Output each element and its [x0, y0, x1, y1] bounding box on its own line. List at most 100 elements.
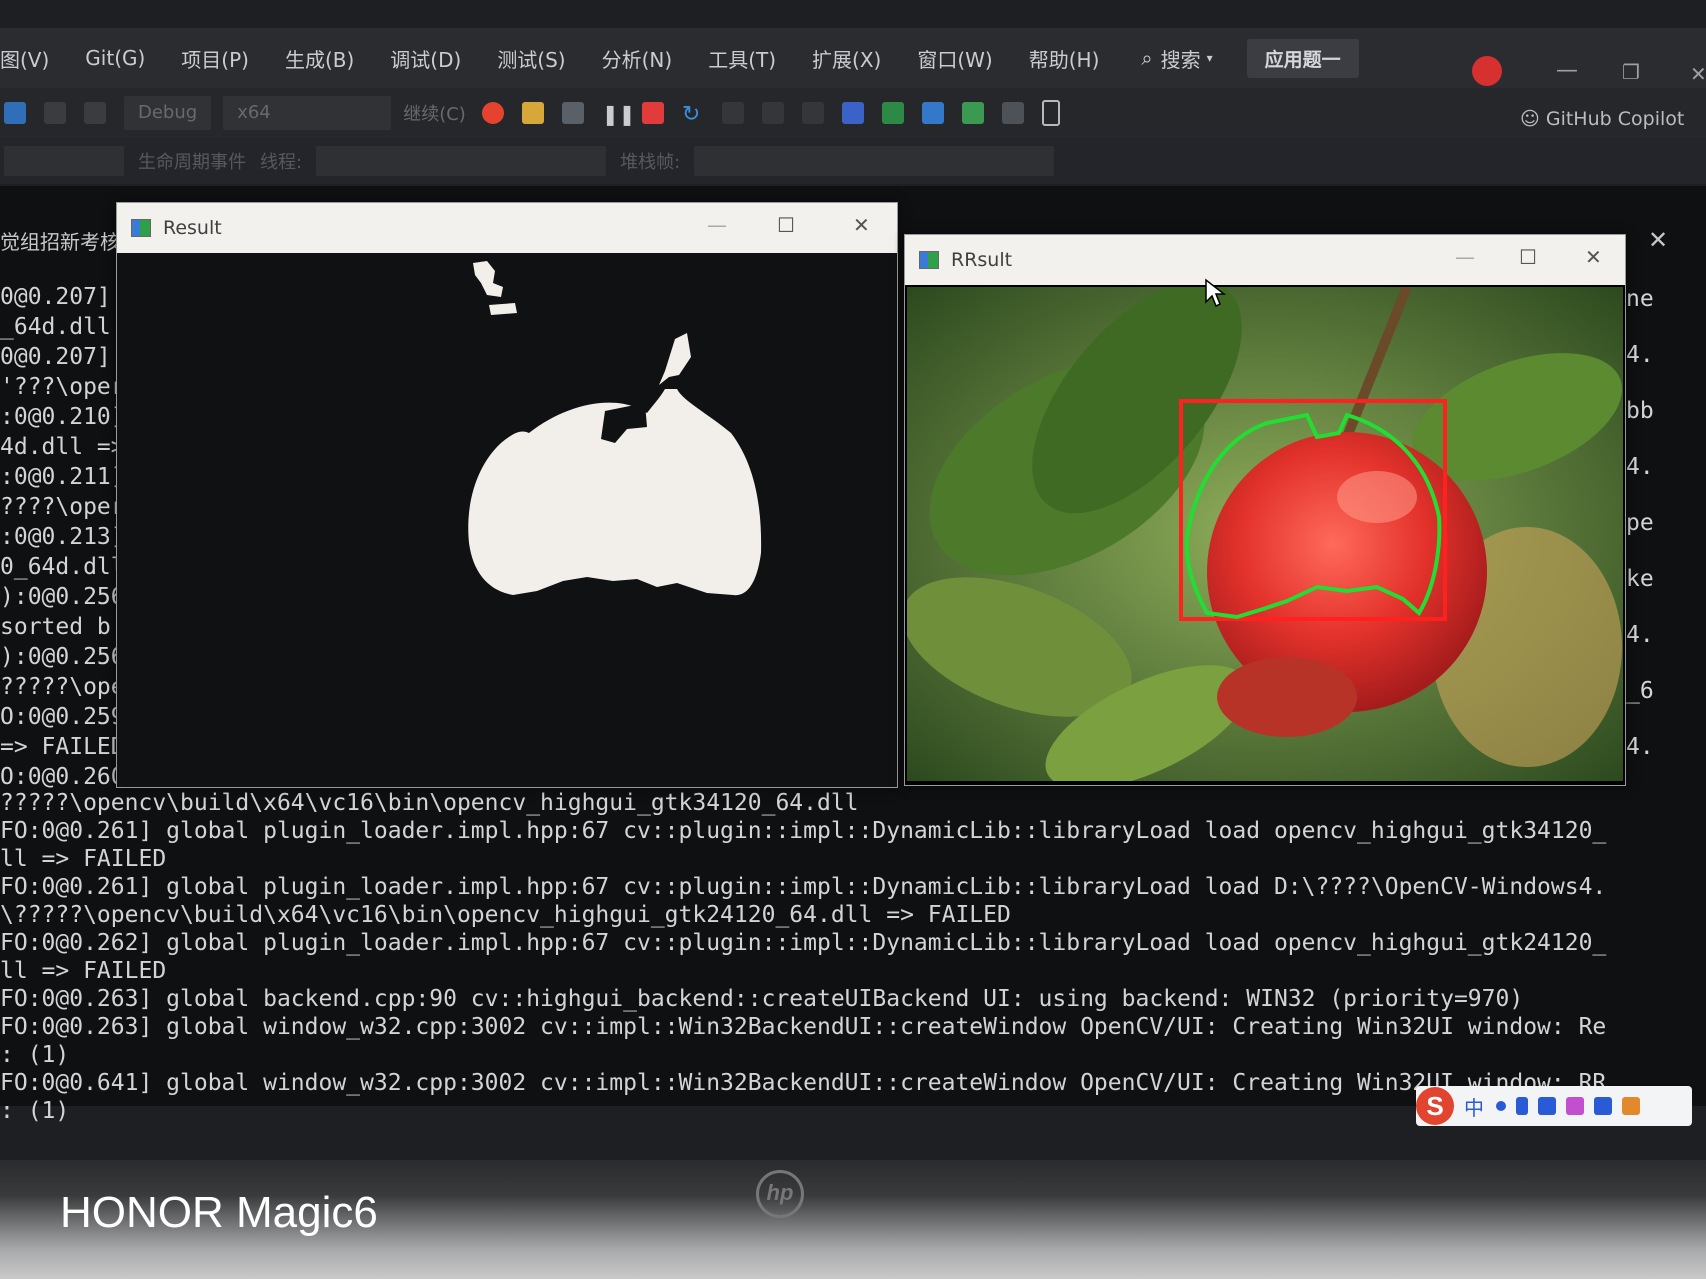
copilot-button[interactable]: ☺ GitHub Copilot [1520, 108, 1684, 130]
input-mode-toggle[interactable]: 中 [1464, 1092, 1484, 1121]
menu-bar: 图(V) Git(G) 项目(P) 生成(B) 调试(D) 测试(S) 分析(N… [0, 28, 1706, 88]
step-icon[interactable] [721, 102, 744, 124]
menu-git[interactable]: Git(G) [85, 46, 145, 70]
platform-dropdown[interactable]: x64 [223, 96, 392, 130]
minimize-icon[interactable]: — [1455, 245, 1475, 269]
debug-location-toolbar: 生命周期事件 线程: 堆栈帧: [0, 138, 1706, 184]
ime-toolbar[interactable]: S 中 [1416, 1086, 1692, 1126]
thread-dropdown[interactable] [316, 146, 607, 176]
microphone-icon[interactable] [1516, 1097, 1528, 1115]
menu-project[interactable]: 项目(P) [181, 44, 249, 73]
menu-test[interactable]: 测试(S) [497, 44, 565, 73]
console-line: : (1) [0, 1098, 70, 1124]
step-out-icon[interactable] [801, 102, 824, 124]
console-line: \?????\opencv\build\x64\vc16\bin\opencv_… [0, 902, 1011, 928]
console-line: ll => FAILED [0, 846, 167, 872]
minimize-icon[interactable]: — [1556, 58, 1578, 83]
menu-tools[interactable]: 工具(T) [708, 44, 776, 73]
comment-icon[interactable] [961, 102, 984, 124]
close-icon[interactable]: ✕ [1585, 245, 1602, 269]
save-icon[interactable] [4, 102, 26, 124]
stack-frame-dropdown[interactable] [694, 146, 1055, 176]
thread-icon[interactable] [921, 102, 944, 124]
menu-build[interactable]: 生成(B) [285, 44, 354, 73]
configuration-dropdown[interactable]: Debug [124, 96, 212, 130]
maximize-icon[interactable]: ☐ [777, 213, 795, 237]
stop-icon[interactable] [641, 102, 664, 124]
console-line: FO:0@0.261] global plugin_loader.impl.hp… [0, 818, 1607, 844]
menu-view[interactable]: 图(V) [0, 44, 49, 73]
diagnostics-icon[interactable] [561, 102, 584, 124]
menu-window[interactable]: 窗口(W) [917, 44, 992, 73]
console-fragment: 4. [1626, 342, 1654, 368]
solution-name-button[interactable]: 应用题一 [1246, 38, 1359, 78]
console-line: ?????\opencv\build\x64\vc16\bin\opencv_h… [0, 790, 859, 816]
lifecycle-events-label[interactable]: 生命周期事件 [138, 148, 246, 174]
console-fragment: => FAILED [0, 734, 125, 760]
stack-frame-label: 堆栈帧: [620, 152, 681, 173]
main-toolbar: Debug x64 继续(C) ❚❚ ↻ [0, 88, 1706, 138]
menu-analyze[interactable]: 分析(N) [602, 44, 673, 73]
settings-icon[interactable] [1622, 1097, 1640, 1115]
console-fragment: pe [1626, 510, 1654, 536]
search-icon: ⌕ [1141, 46, 1153, 70]
skin-icon[interactable] [1566, 1097, 1584, 1115]
mouse-cursor-icon [1205, 278, 1226, 308]
close-icon[interactable]: ✕ [1648, 226, 1668, 254]
close-icon[interactable]: ✕ [1690, 62, 1706, 86]
keyboard-icon[interactable] [1538, 1097, 1556, 1115]
console-fragment: 4. [1626, 454, 1654, 480]
sogou-logo-icon[interactable]: S [1416, 1087, 1454, 1125]
account-avatar[interactable] [1472, 56, 1502, 86]
rresult-titlebar[interactable]: RRsult — ☐ ✕ [905, 235, 1625, 285]
console-line: FO:0@0.263] global backend.cpp:90 cv::hi… [0, 986, 1524, 1012]
maximize-icon[interactable]: ☐ [1519, 245, 1537, 269]
minimize-icon[interactable]: — [707, 213, 727, 237]
window-app-icon [919, 251, 939, 269]
redo-icon[interactable] [84, 102, 106, 124]
folder-icon[interactable] [521, 102, 544, 124]
menu-extensions[interactable]: 扩展(X) [812, 44, 881, 73]
console-fragment: 4d.dll => [0, 434, 125, 460]
toolbox-icon[interactable] [1594, 1097, 1612, 1115]
undo-icon[interactable] [44, 102, 66, 124]
console-fragment: 0@0.207] [0, 344, 111, 370]
punctuation-icon[interactable] [1496, 1101, 1506, 1111]
spellcheck-icon[interactable] [881, 102, 904, 124]
console-line: : (1) [0, 1042, 70, 1068]
result-titlebar[interactable]: Result — ☐ ✕ [117, 203, 897, 253]
console-line: FO:0@0.263] global window_w32.cpp:3002 c… [0, 1014, 1607, 1040]
step-over-icon[interactable] [761, 102, 784, 124]
hot-reload-icon[interactable] [481, 102, 504, 124]
search-label: 搜索 [1160, 47, 1201, 72]
result-window[interactable]: Result — ☐ ✕ [116, 202, 898, 788]
rresult-window[interactable]: RRsult — ☐ ✕ [904, 234, 1626, 786]
apple-photo [907, 287, 1623, 781]
uncomment-icon[interactable] [1001, 102, 1024, 124]
menu-debug[interactable]: 调试(D) [390, 44, 461, 73]
restart-icon[interactable]: ↻ [682, 102, 704, 127]
menu-help[interactable]: 帮助(H) [1029, 44, 1100, 73]
close-icon[interactable]: ✕ [853, 213, 870, 237]
console-fragment: _6 [1626, 678, 1654, 704]
monitor-screen: 图(V) Git(G) 项目(P) 生成(B) 调试(D) 测试(S) 分析(N… [0, 0, 1706, 1160]
search-box[interactable]: ⌕ 搜索 ▾ [1141, 44, 1212, 73]
console-fragment: :0@0.211] [0, 464, 125, 490]
console-fragment: :0@0.210] [0, 404, 125, 430]
continue-button[interactable]: 继续(C) [403, 100, 466, 126]
mask-image [117, 253, 897, 787]
bookmark-icon[interactable] [1041, 100, 1060, 126]
pause-icon[interactable]: ❚❚ [602, 102, 636, 126]
second-apple [1217, 657, 1357, 737]
process-dropdown[interactable] [4, 146, 124, 176]
console-fragment: 4. [1626, 622, 1654, 648]
chevron-down-icon: ▾ [1206, 51, 1213, 65]
console-fragment: bb [1626, 398, 1654, 424]
console-fragment: '???\oper [0, 374, 125, 400]
mask-speck [489, 303, 517, 315]
restore-icon[interactable]: ❐ [1622, 60, 1640, 84]
console-fragment: ????\oper [0, 494, 125, 520]
console-fragment: sorted b [0, 614, 111, 640]
camera-watermark: HONOR Magic6 [60, 1188, 378, 1237]
exception-icon[interactable] [841, 102, 864, 124]
